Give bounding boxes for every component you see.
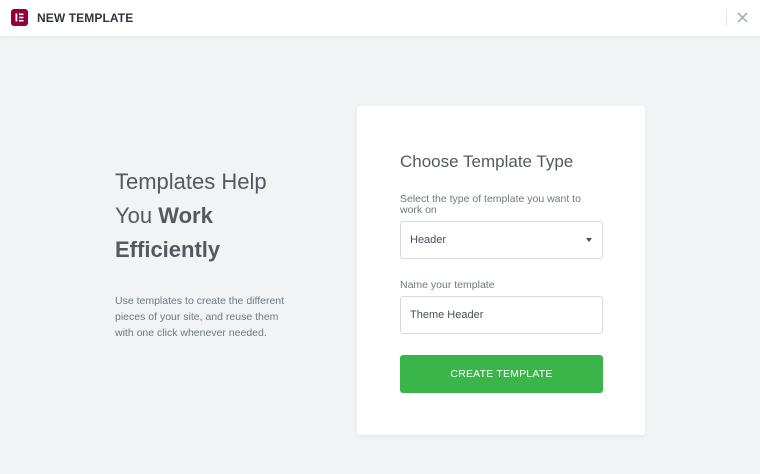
template-type-label: Select the type of template you want to … bbox=[400, 193, 581, 216]
template-type-value: Header bbox=[410, 234, 447, 246]
template-name-input[interactable] bbox=[400, 296, 603, 334]
template-form-card: Choose Template Type Select the type of … bbox=[357, 106, 645, 435]
modal-header: NEW TEMPLATE bbox=[0, 0, 760, 37]
intro-heading: Templates Help You Work Efficiently bbox=[115, 165, 315, 267]
intro-heading-line2: You Work bbox=[115, 199, 315, 233]
intro-heading-line1: Templates Help bbox=[115, 169, 267, 194]
close-icon[interactable] bbox=[734, 9, 751, 26]
modal-title: NEW TEMPLATE bbox=[37, 11, 134, 25]
template-type-select[interactable]: Header bbox=[400, 221, 603, 259]
intro-description: Use templates to create the different pi… bbox=[115, 295, 285, 339]
form-title: Choose Template Type bbox=[400, 152, 574, 171]
elementor-logo-icon bbox=[11, 9, 28, 26]
intro-heading-bold-efficiently: Efficiently bbox=[115, 237, 221, 262]
intro-heading-plain: You bbox=[115, 203, 153, 228]
intro-section: Templates Help You Work Efficiently Use … bbox=[115, 165, 315, 341]
template-name-label: Name your template bbox=[400, 279, 495, 291]
intro-heading-bold-work: Work bbox=[158, 203, 213, 228]
create-template-button[interactable]: CREATE TEMPLATE bbox=[400, 355, 603, 393]
caret-down-icon bbox=[586, 238, 592, 242]
header-divider bbox=[726, 9, 727, 26]
intro-heading-line3: Efficiently bbox=[115, 233, 315, 267]
